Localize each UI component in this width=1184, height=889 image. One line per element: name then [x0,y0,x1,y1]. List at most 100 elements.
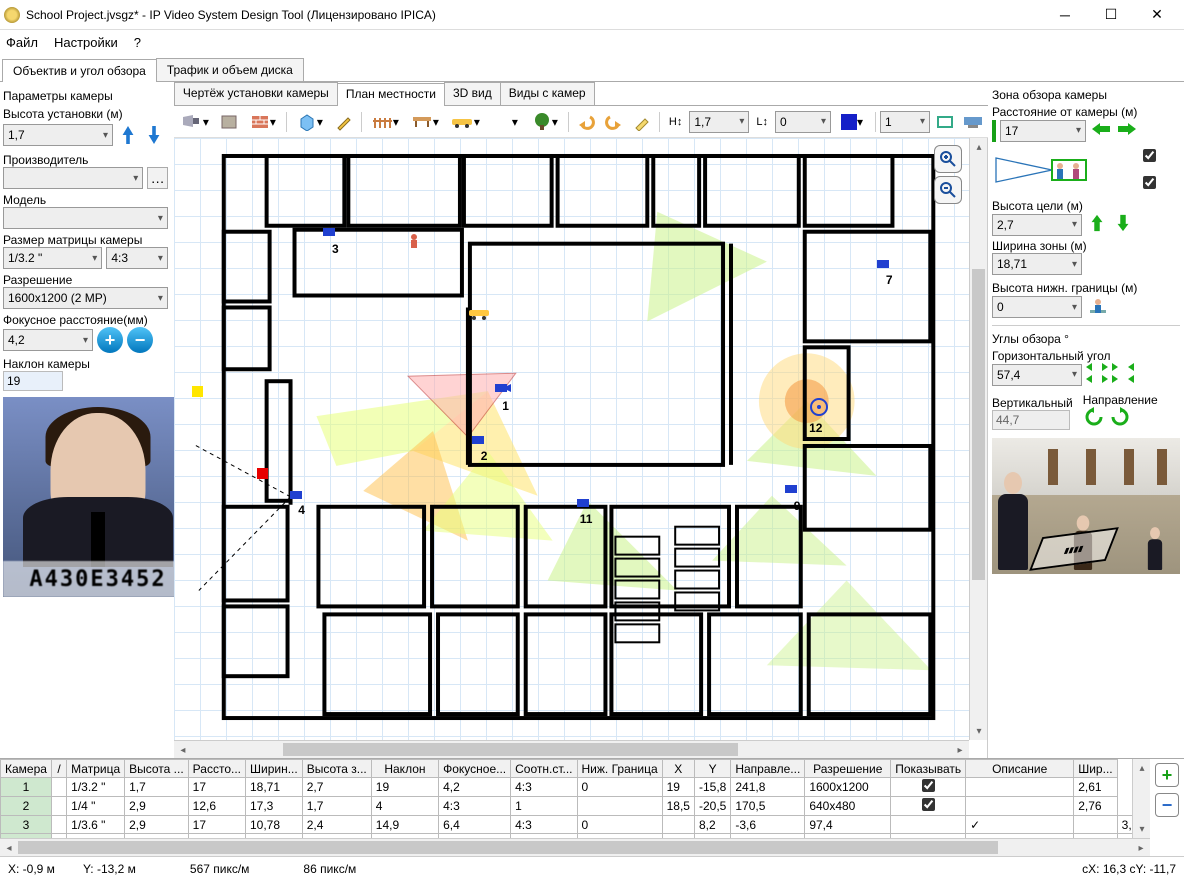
tilt-input[interactable] [3,371,63,391]
titlebar: School Project.jvsgz* - IP Video System … [0,0,1184,30]
install-height-combo[interactable]: 1,7▾ [3,124,113,146]
menu-file[interactable]: Файл [6,35,38,50]
zone-panel-title: Зона обзора камеры [992,88,1180,102]
tab-site-plan[interactable]: План местности [337,83,445,106]
focal-plus-button[interactable]: + [97,327,123,353]
show-male-checkbox[interactable] [1143,149,1156,162]
camera-icon[interactable] [810,398,826,414]
tool-person[interactable]: ▾ [486,109,524,135]
tool-fence[interactable]: ▾ [366,109,404,135]
camera-icon[interactable] [877,256,893,272]
car-marker-icon [469,308,489,323]
show-camera-checkbox[interactable] [922,779,935,792]
expand-icon[interactable] [1086,363,1108,386]
dist-left-button[interactable] [1090,119,1112,142]
female-icon [1160,171,1180,193]
add-camera-button[interactable]: + [1155,763,1179,787]
distance-combo[interactable]: 17▾ [1000,120,1086,142]
tool-clear[interactable] [629,109,655,135]
3d-preview-image: ▮▮▮▮ [992,438,1180,574]
collapse-icon[interactable] [1112,363,1134,386]
tab-install-drawing[interactable]: Чертёж установки камеры [174,82,338,105]
tool-color[interactable]: ▾ [833,109,871,135]
camera-icon[interactable] [472,432,488,448]
height-label-button[interactable]: H↕ [664,109,687,135]
maximize-button[interactable]: ☐ [1088,0,1134,30]
camera-icon[interactable] [577,495,593,511]
tab-3d-view[interactable]: 3D вид [444,82,501,105]
close-button[interactable]: ✕ [1134,0,1180,30]
status-y: Y: -13,2 м [83,862,136,876]
tool-tree[interactable]: ▾ [526,109,564,135]
yellow-marker-icon[interactable] [192,386,203,397]
horiz-angle-combo[interactable]: 57,4▾ [992,364,1082,386]
status-cxy: сX: 16,3 сY: -11,7 [1082,862,1176,876]
tool-pencil[interactable] [331,109,357,135]
show-female-checkbox[interactable] [1143,176,1156,189]
target-up-button[interactable] [1086,213,1108,236]
camera-icon[interactable] [290,487,306,503]
floorplan-svg [194,152,961,730]
dist-right-button[interactable] [1116,119,1138,142]
tab-traffic-disk[interactable]: Трафик и объем диска [156,58,304,81]
focal-minus-button[interactable]: − [127,327,153,353]
status-pxm2: 86 пикс/м [303,862,356,876]
focal-length-combo[interactable]: 4,2▾ [3,329,93,351]
tool-box3d[interactable]: ▾ [291,109,329,135]
tool-wall[interactable] [216,109,242,135]
model-combo[interactable]: ▾ [3,207,168,229]
toolbar-count-combo[interactable]: 1▾ [880,111,930,133]
tool-table[interactable]: ▾ [406,109,444,135]
zoom-in-button[interactable] [934,145,962,173]
tool-vehicle[interactable]: ▾ [446,109,484,135]
camera-icon[interactable] [785,481,801,497]
tool-fit[interactable] [932,109,958,135]
app-icon [4,7,20,23]
tab-camera-views[interactable]: Виды с камер [500,82,595,105]
red-marker-icon[interactable] [257,468,268,479]
l-label-button[interactable]: L↕ [751,109,773,135]
height-down-button[interactable] [143,121,165,149]
camera-icon[interactable] [495,380,511,396]
tool-board[interactable] [960,109,986,135]
view-zone-panel: Зона обзора камеры Расстояние от камеры … [988,82,1184,758]
lower-bound-combo[interactable]: 0▾ [992,296,1082,318]
resolution-combo[interactable]: 1600x1200 (2 MP)▾ [3,287,168,309]
redo-button[interactable] [601,109,627,135]
camera-icon[interactable] [323,224,339,240]
main-tabs: Объектив и угол обзора Трафик и объем ди… [0,58,1184,82]
horizontal-scrollbar[interactable]: ◂▸ [174,740,969,758]
menu-settings[interactable]: Настройки [54,35,118,50]
map-canvas[interactable]: 1 2 3 4 9 11 12 7 [174,138,988,758]
female-icon [164,858,184,880]
tool-camera[interactable]: ▾ [176,109,214,135]
tab-lens-fov[interactable]: Объектив и угол обзора [2,59,157,82]
status-pxm1: 567 пикс/м [190,862,250,876]
manufacturer-combo[interactable]: ▾ [3,167,143,189]
height-up-button[interactable] [117,121,139,149]
vert-angle-input [992,410,1070,430]
sensor-size-combo[interactable]: 1/3.2 "▾ [3,247,102,269]
target-down-button[interactable] [1112,213,1134,236]
undo-button[interactable] [573,109,599,135]
remove-camera-button[interactable]: − [1155,793,1179,817]
camera-preview-image: A430E3452 [3,397,174,597]
zoom-out-button[interactable] [934,176,962,204]
vertical-scrollbar[interactable]: ▴▾ [969,138,987,740]
manufacturer-browse-button[interactable]: … [147,167,168,189]
menu-help[interactable]: ? [134,35,141,50]
show-camera-checkbox[interactable] [922,798,935,811]
toolbar-height-combo[interactable]: 1,7▾ [689,111,749,133]
zone-width-combo[interactable]: 18,71▾ [992,253,1082,275]
toolbar-l-combo[interactable]: 0▾ [775,111,831,133]
rotate-ccw-button[interactable] [1083,407,1105,430]
aspect-ratio-combo[interactable]: 4:3▾ [106,247,168,269]
target-height-combo[interactable]: 2,7▾ [992,214,1082,236]
tool-brick-wall[interactable]: ▾ [244,109,282,135]
map-toolbar: ▾ ▾ ▾ ▾ ▾ ▾ ▾ ▾ H↕ 1,7▾ L↕ 0▾ ▾ 1▾ [174,106,988,138]
minimize-button[interactable]: ─ [1042,0,1088,30]
lower-bound-icon [1086,295,1110,319]
cameras-table[interactable]: Камера/МатрицаВысота ...Рассто...Ширин..… [0,758,1184,856]
rotate-cw-button[interactable] [1109,407,1131,430]
male-icon [277,858,297,880]
